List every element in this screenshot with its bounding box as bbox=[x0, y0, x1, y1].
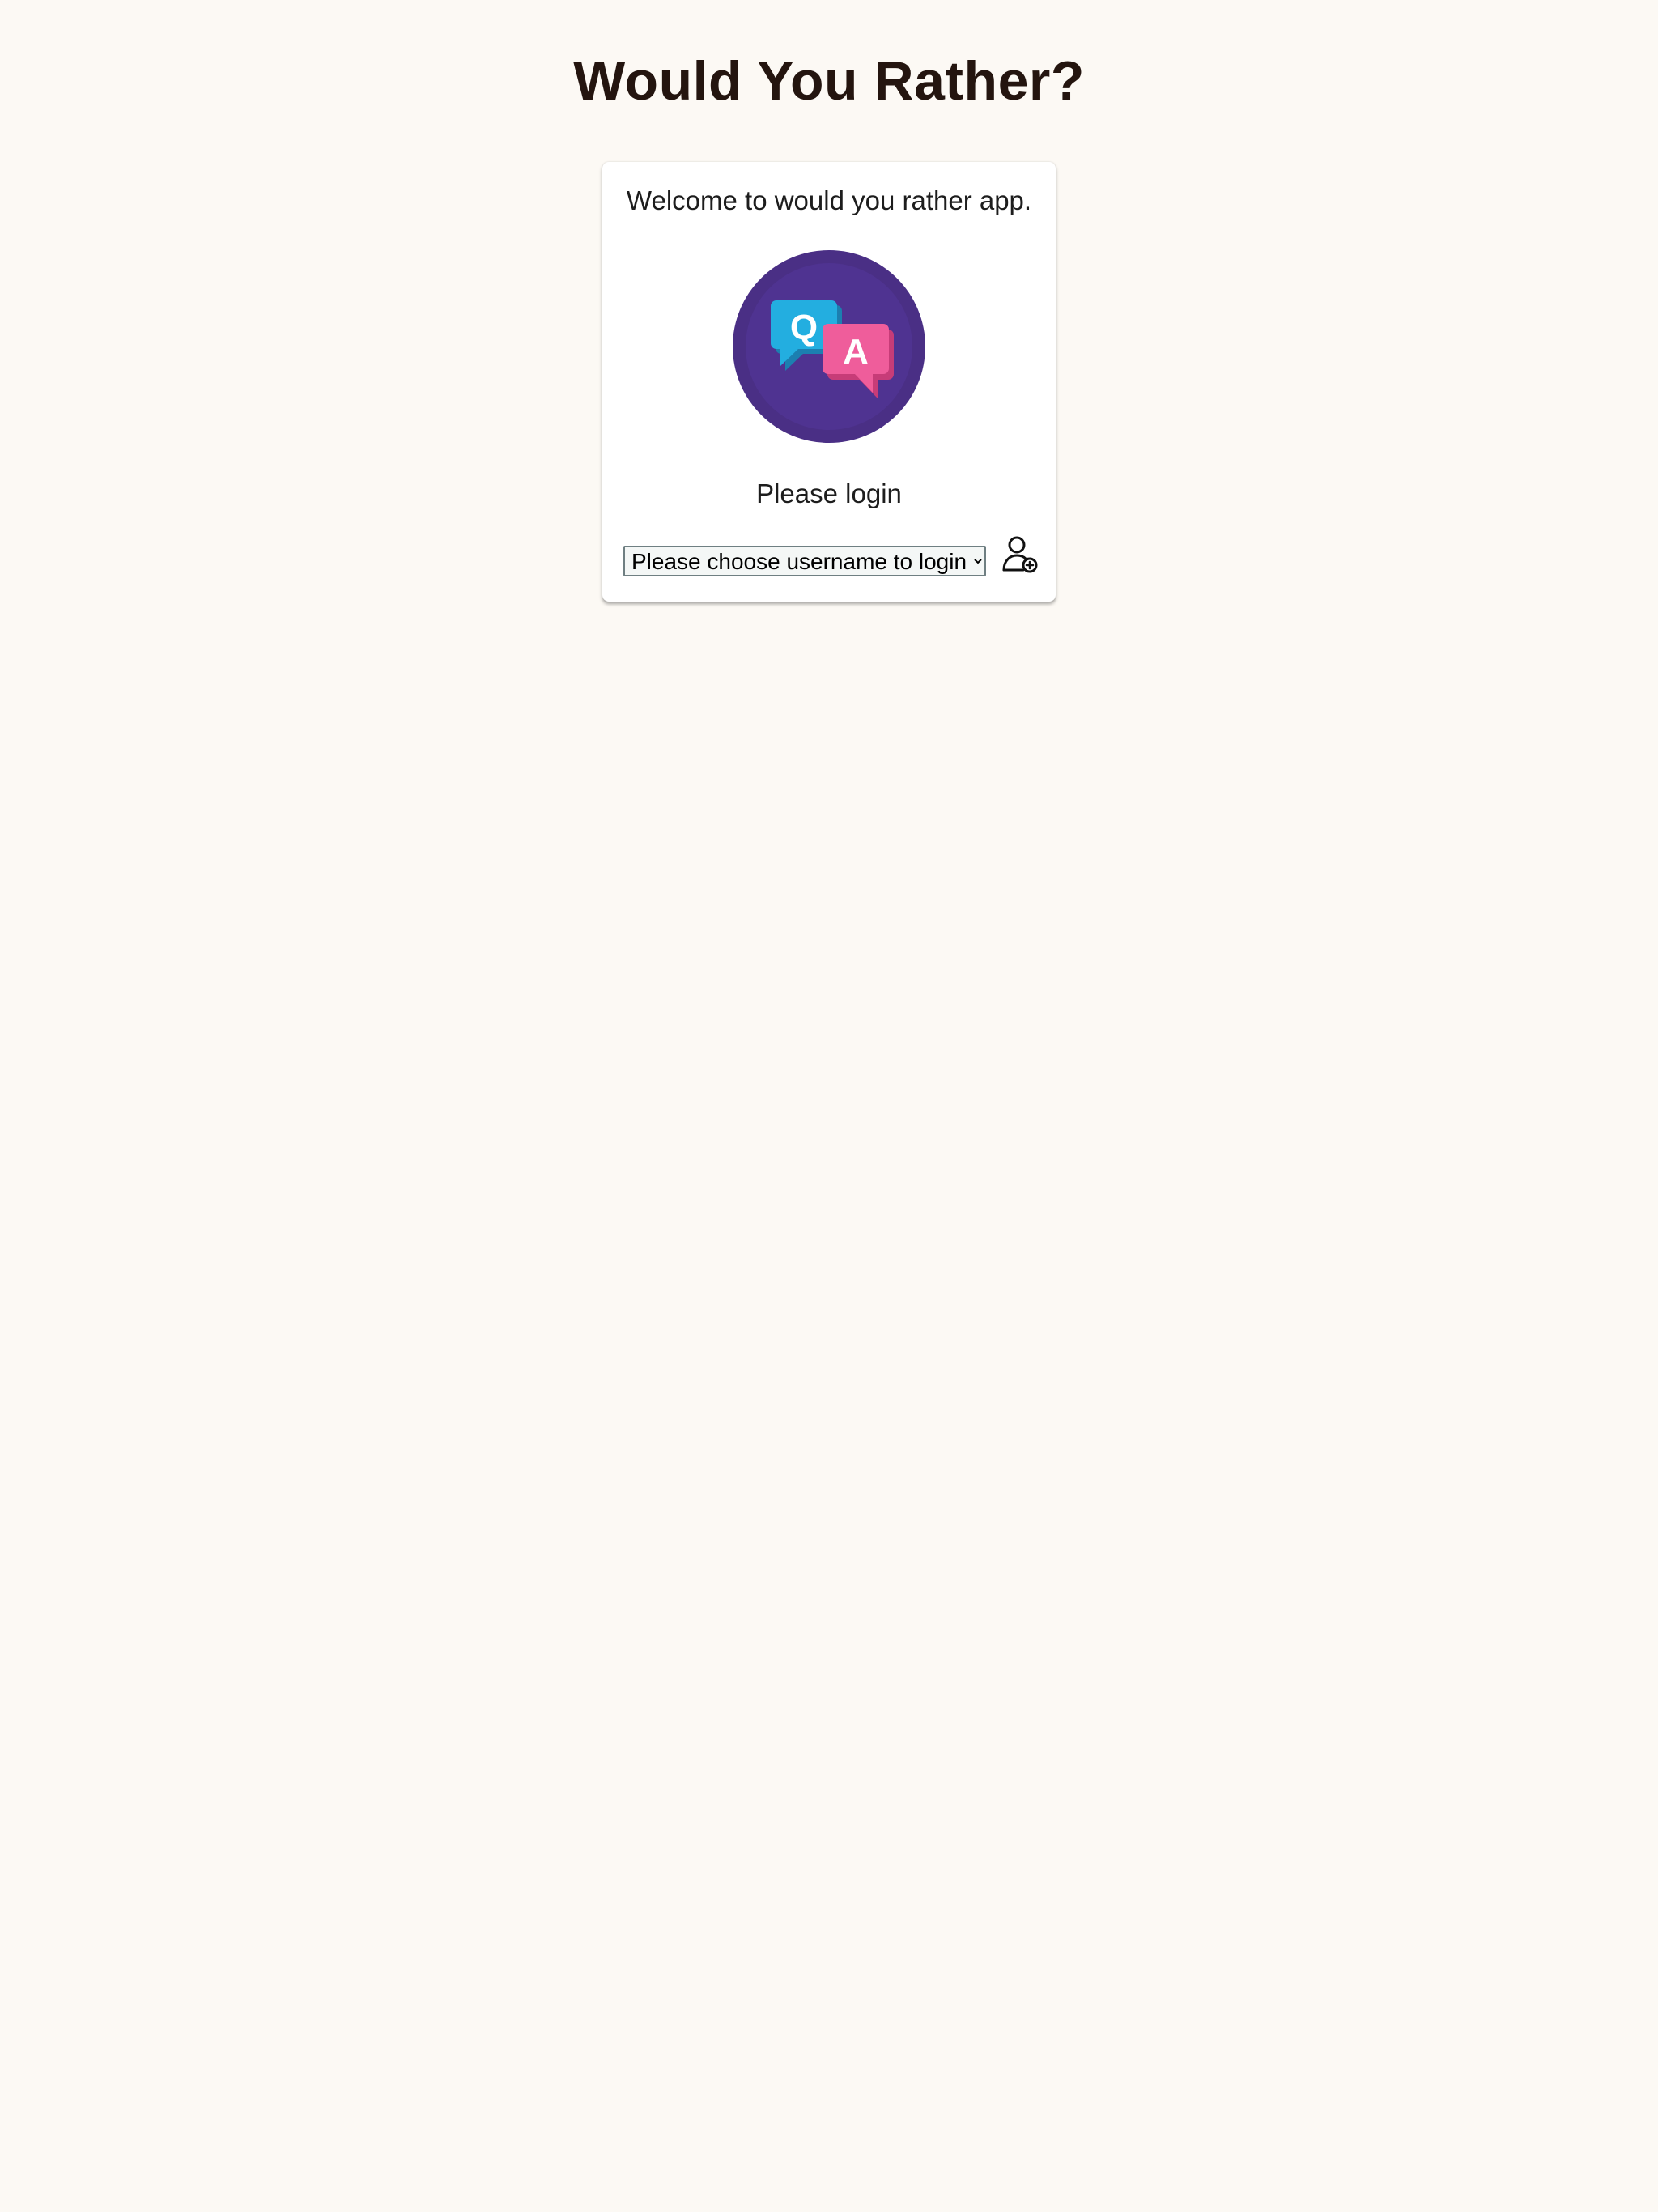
qa-logo-icon: Q A bbox=[733, 250, 925, 443]
please-login-text: Please login bbox=[756, 479, 902, 508]
welcome-text: Welcome to would you rather app. bbox=[626, 185, 1032, 215]
logo-letter-a: A bbox=[843, 332, 869, 372]
logo-letter-q: Q bbox=[790, 308, 818, 347]
login-card: Welcome to would you rather app. Q A Ple… bbox=[602, 162, 1056, 602]
app-title: Would You Rather? bbox=[573, 50, 1085, 112]
user-login-icon[interactable] bbox=[999, 534, 1039, 575]
username-select[interactable]: Please choose username to login bbox=[623, 546, 986, 576]
